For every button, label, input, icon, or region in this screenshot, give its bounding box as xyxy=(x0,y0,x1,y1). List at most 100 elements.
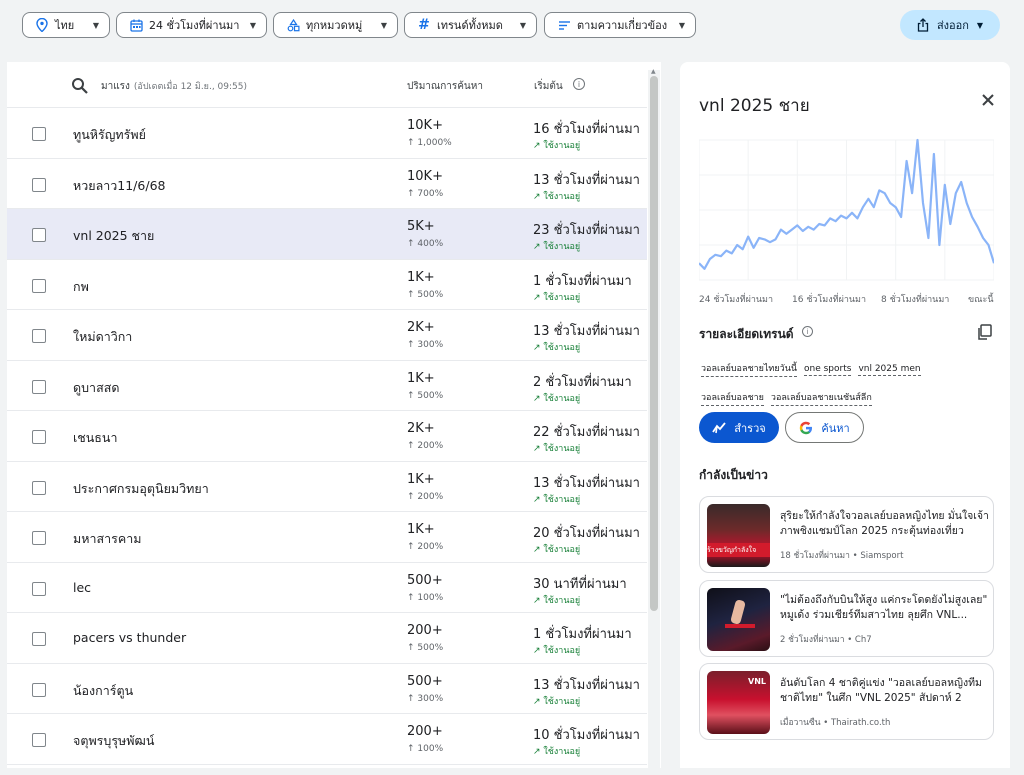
trend-name: ทูนหิรัญทรัพย์ xyxy=(73,127,146,142)
trend-tag[interactable]: vnl 2025 men xyxy=(858,364,921,376)
row-checkbox[interactable] xyxy=(32,278,46,293)
volume-change: ↑ 700% xyxy=(407,188,444,199)
sort-lines-icon xyxy=(557,18,571,32)
scroll-up-icon[interactable]: ▲ xyxy=(651,68,656,75)
table-row[interactable]: หวยลาว11/6/68 10K+ ↑ 700% 13 ชั่วโมงที่ผ่าน… xyxy=(7,159,647,209)
info-icon[interactable]: i xyxy=(573,78,585,90)
table-row[interactable]: น้องการ์ตูน 500+ ↑ 300% 13 ชั่วโมงที่ผ่านมา… xyxy=(7,664,647,714)
row-checkbox[interactable] xyxy=(32,531,46,545)
time-range-filter[interactable]: 24 ชั่วโมงที่ผ่านมา ▼ xyxy=(116,12,267,38)
news-card[interactable]: VNL อันดับโลก 4 ชาติคู่แข่ง "วอลเลย์บอลห… xyxy=(699,663,994,740)
time-range-filter-label: 24 ชั่วโมงที่ผ่านมา xyxy=(149,19,240,32)
news-thumbnail: VNL xyxy=(707,671,770,734)
active-status: ↗ ใช้งานอยู่ xyxy=(533,292,581,303)
active-status: ↗ ใช้งานอยู่ xyxy=(533,343,581,353)
row-checkbox[interactable] xyxy=(32,379,46,394)
volume-change: ↑ 100% xyxy=(407,592,444,603)
country-filter-label: ไทย xyxy=(55,19,75,32)
sort-filter[interactable]: ตามความเกี่ยวข้อง ▼ xyxy=(544,12,696,38)
active-status: ↗ ใช้งานอยู่ xyxy=(533,646,581,656)
search-volume: 200+ xyxy=(407,724,443,739)
trend-tags: วอลเลย์บอลชายไทยวันนี้ one sports vnl 2025… xyxy=(701,356,971,414)
active-status: ↗ ใช้งานอยู่ xyxy=(533,444,581,454)
volume-change: ↑ 500% xyxy=(407,643,444,653)
started-time: 13 ชั่วโมงที่ผ่านมา xyxy=(533,475,640,491)
info-icon[interactable]: i xyxy=(802,326,813,337)
volume-change: ↑ 500% xyxy=(407,390,444,401)
active-status: ↗ ใช้งานอยู่ xyxy=(533,595,581,606)
updated-timestamp: (อัปเดตเมื่อ 12 มิ.ย., 09:55) xyxy=(133,82,247,92)
active-status: ↗ ใช้งานอยู่ xyxy=(533,747,581,757)
table-row[interactable]: ดูบาสสด 1K+ ↑ 500% 2 ชั่วโมงที่ผ่านมา ↗ ใช้ง… xyxy=(7,361,647,411)
started-time: 1 ชั่วโมงที่ผ่านมา xyxy=(533,273,632,289)
news-card[interactable]: ร้างขวัญกำลังใจ สุริยะให้กำลังใจวอลเลย์บ… xyxy=(699,496,994,573)
search-icon[interactable] xyxy=(71,77,89,95)
detail-title: vnl 2025 ชาย xyxy=(699,96,810,116)
row-checkbox[interactable] xyxy=(32,127,46,141)
started-time: 10 ชั่วโมงที่ผ่านมา xyxy=(533,728,640,743)
trend-tag[interactable]: วอลเลย์บอลชายไทยวันนี้ xyxy=(701,361,797,377)
trend-name: หวยลาว11/6/68 xyxy=(73,177,166,193)
row-checkbox[interactable] xyxy=(32,228,46,242)
list-title-text: มาแรง xyxy=(101,81,130,92)
google-search-button[interactable]: ค้นหา xyxy=(785,412,864,443)
started-time: 20 ชั่วโมงที่ผ่านมา xyxy=(533,526,640,541)
list-title: มาแรง (อัปเดตเมื่อ 12 มิ.ย., 09:55) xyxy=(101,79,247,94)
news-thumbnail: ร้างขวัญกำลังใจ xyxy=(707,504,770,567)
caret-down-icon: ▼ xyxy=(519,20,526,30)
table-row[interactable]: ประกาศกรมอุตุนิยมวิทยา 1K+ ↑ 200% 13 ชั่วโม… xyxy=(7,462,647,512)
table-row[interactable]: กพ 1K+ ↑ 500% 1 ชั่วโมงที่ผ่านมา ↗ ใช้งานอยู… xyxy=(7,260,647,310)
explore-button[interactable]: สำรวจ xyxy=(699,412,779,443)
table-row[interactable]: lec 500+ ↑ 100% 30 นาทีที่ผ่านมา ↗ ใช้งานอยู… xyxy=(7,563,647,613)
row-checkbox[interactable] xyxy=(32,177,46,192)
export-button[interactable]: ส่งออก ▼ xyxy=(900,10,1000,40)
table-row[interactable]: จตุพรบุรุษพัฒน์ 200+ ↑ 100% 10 ชั่วโมงที่ผ่… xyxy=(7,714,647,765)
active-status: ↗ ใช้งานอยู่ xyxy=(533,242,581,252)
volume-change: ↑ 200% xyxy=(407,542,444,552)
hashtag-icon: # xyxy=(418,17,430,33)
started-header[interactable]: เริ่มต้น xyxy=(534,79,563,94)
row-checkbox[interactable] xyxy=(32,733,46,747)
row-checkbox[interactable] xyxy=(32,682,46,697)
copy-icon[interactable] xyxy=(976,324,992,340)
row-checkbox[interactable] xyxy=(32,329,46,343)
close-icon[interactable] xyxy=(980,92,996,108)
table-row[interactable]: ใหม่ดาวิกา 2K+ ↑ 300% 13 ชั่วโมงที่ผ่านมา ↗ … xyxy=(7,310,647,361)
row-checkbox[interactable] xyxy=(32,480,46,495)
country-filter[interactable]: ไทย ▼ xyxy=(22,12,110,38)
table-row[interactable]: ทูนหิรัญทรัพย์ 10K+ ↑ 1,000% 16 ชั่วโมงที่ผ… xyxy=(7,108,647,159)
category-filter[interactable]: ทุกหมวดหมู่ ▼ xyxy=(273,12,398,38)
trend-tag[interactable]: วอลเลย์บอลชาย xyxy=(701,390,764,406)
trend-type-filter[interactable]: # เทรนด์ทั้งหมด ▼ xyxy=(404,12,537,38)
search-volume: 1K+ xyxy=(407,370,435,386)
news-headline: สุริยะให้กำลังใจวอลเลย์บอลหญิงไทย มั่นใจ… xyxy=(780,510,989,537)
row-checkbox[interactable] xyxy=(32,632,46,646)
volume-change: ↑ 200% xyxy=(407,441,444,451)
scrollbar[interactable]: ▲ xyxy=(648,68,660,775)
volume-change: ↑ 400% xyxy=(407,239,444,249)
x-axis-label: 16 ชั่วโมงที่ผ่านมา xyxy=(792,295,867,305)
row-checkbox[interactable] xyxy=(32,430,46,444)
started-time: 13 ชั่วโมงที่ผ่านมา xyxy=(533,172,640,188)
search-volume: 2K+ xyxy=(407,421,435,436)
table-row[interactable]: มหาสารคาม 1K+ ↑ 200% 20 ชั่วโมงที่ผ่านมา ↗ ใ… xyxy=(7,512,647,563)
search-volume: 1K+ xyxy=(407,522,435,537)
table-row[interactable]: เชนธนา 2K+ ↑ 200% 22 ชั่วโมงที่ผ่านมา ↗ ใช้ง… xyxy=(7,411,647,462)
table-row[interactable]: pacers vs thunder 200+ ↑ 500% 1 ชั่วโมงที่ผ… xyxy=(7,613,647,664)
search-volume-header[interactable]: ปริมาณการค้นหา xyxy=(407,79,483,94)
trend-detail-panel: vnl 2025 ชาย 24 ชั่วโมงที่ผ่านมา 16 ชั่ว… xyxy=(680,62,1010,775)
export-label: ส่งออก xyxy=(936,19,969,32)
trend-name: pacers vs thunder xyxy=(73,630,187,645)
table-row[interactable]: vnl 2025 ชาย 5K+ ↑ 400% 23 ชั่วโมงที่ผ่านมา… xyxy=(7,209,647,260)
sort-filter-label: ตามความเกี่ยวข้อง xyxy=(577,19,668,32)
trend-name: vnl 2025 ชาย xyxy=(73,228,155,243)
active-status: ↗ ใช้งานอยู่ xyxy=(533,393,581,404)
trend-tag[interactable]: วอลเลย์บอลชายเนชันส์ลีก xyxy=(770,390,872,406)
row-checkbox[interactable] xyxy=(32,581,46,596)
scrollbar-thumb[interactable] xyxy=(650,76,658,611)
active-status: ↗ ใช้งานอยู่ xyxy=(533,545,581,555)
trend-tag[interactable]: one sports xyxy=(804,364,852,376)
news-card[interactable]: "ไม่ต้องถึงกับบินให้สูง แค่กระโดดยังไม่ส… xyxy=(699,580,994,657)
started-time: 23 ชั่วโมงที่ผ่านมา xyxy=(533,223,640,238)
volume-change: ↑ 300% xyxy=(407,340,444,350)
